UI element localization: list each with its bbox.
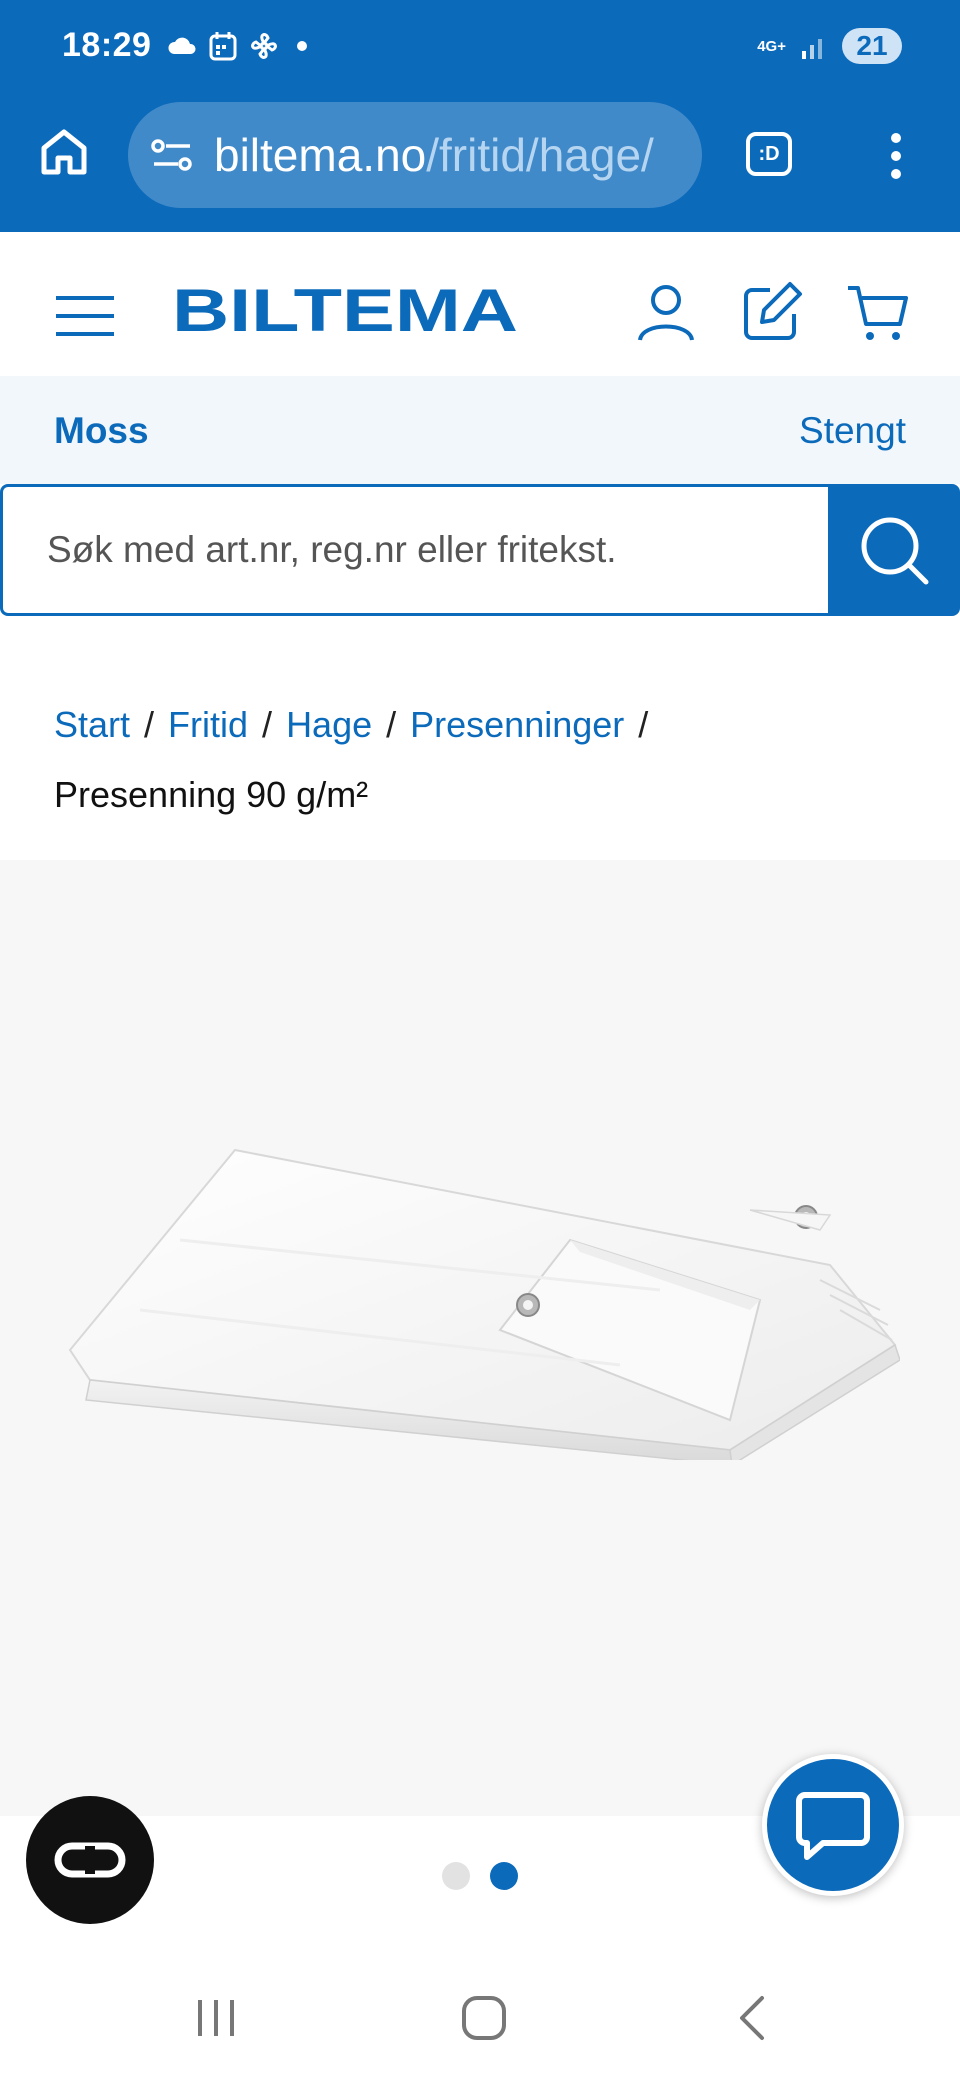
gallery-dot-2[interactable] [490,1862,518,1890]
status-bar: 18:29 4G+ 21 [0,0,960,96]
store-name[interactable]: Moss [54,410,149,452]
cloud-icon [168,37,196,54]
url-path: /fritid/hage/ [426,129,654,181]
recent-apps-icon[interactable] [186,1988,246,2048]
product-image-gallery[interactable] [0,860,960,1816]
home-nav-icon[interactable] [454,1988,514,2048]
menu-icon[interactable] [54,294,116,338]
back-icon[interactable] [722,1988,782,2048]
system-navigation-bar [0,1950,960,2080]
site-settings-icon[interactable] [150,138,194,174]
store-opening-status: Stengt [799,410,906,451]
link-toggle-icon [54,1842,126,1878]
search-icon [861,517,929,585]
breadcrumb-fritid[interactable]: Fritid [168,704,248,745]
site-header: BILTEMA [0,232,960,376]
browser-toolbar: biltema.no/fritid/hage/ :D [0,100,960,212]
url-domain: biltema.no [214,129,427,181]
accessibility-button[interactable] [26,1796,154,1924]
breadcrumb-start[interactable]: Start [54,704,130,745]
status-icons [168,30,314,62]
breadcrumb-separator: / [638,704,649,745]
breadcrumb-hage[interactable]: Hage [286,704,372,745]
calendar-icon [209,32,237,61]
dot-icon [297,41,307,51]
search-bar [0,484,960,616]
breadcrumb: Start / Fritid / Hage / Presenninger / Presenni… [54,690,924,830]
store-selector[interactable]: Moss Stengt [0,376,960,484]
browser-chrome: 18:29 4G+ 21 biltema.no/fritid/hage/ :D [0,0,960,232]
user-icon[interactable] [634,280,698,344]
breadcrumb-separator: / [386,704,397,745]
logo-text: BILTEMA [172,282,518,336]
search-button[interactable] [828,484,960,616]
gallery-dot-1[interactable] [442,1862,470,1890]
more-options-icon[interactable] [884,132,908,180]
search-input[interactable] [0,484,828,616]
white-tarpaulin-image [68,1148,900,1460]
url-text: biltema.no/fritid/hage/ [214,128,654,182]
fan-icon [251,33,277,59]
breadcrumb-separator: / [144,704,155,745]
battery-indicator: 21 [842,28,902,64]
tab-switcher-button[interactable]: :D [746,132,792,176]
breadcrumb-separator: / [262,704,273,745]
home-icon[interactable] [36,124,92,180]
breadcrumb-presenninger[interactable]: Presenninger [410,704,624,745]
breadcrumb-current: Presenning 90 g/m² [54,774,369,815]
cart-icon[interactable] [846,280,910,344]
chat-icon [796,1792,870,1860]
edit-icon[interactable] [740,280,804,344]
chat-button[interactable] [762,1754,904,1896]
biltema-logo[interactable]: BILTEMA [170,282,520,336]
signal-icon [802,39,822,59]
network-indicator: 4G+ [757,37,786,55]
status-time: 18:29 [62,26,152,64]
address-bar[interactable]: biltema.no/fritid/hage/ [128,102,702,208]
status-right: 4G+ 21 [757,28,902,64]
